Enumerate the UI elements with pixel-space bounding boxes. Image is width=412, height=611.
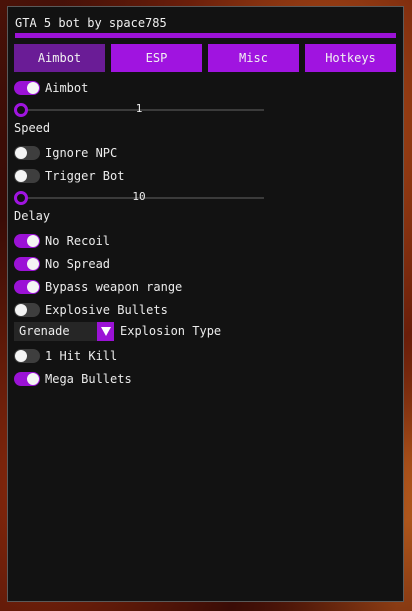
toggle-knob xyxy=(27,258,39,270)
delay-label: Delay xyxy=(14,209,51,223)
aimbot-row: Aimbot xyxy=(14,80,88,96)
bot-window: GTA 5 bot by space785 Aimbot ESP Misc Ho… xyxy=(7,6,404,602)
speed-value: 1 xyxy=(135,102,143,115)
one-hit-kill-label: 1 Hit Kill xyxy=(45,349,118,363)
bypass-range-row: Bypass weapon range xyxy=(14,279,182,295)
mega-bullets-label: Mega Bullets xyxy=(45,372,132,386)
window-title: GTA 5 bot by space785 xyxy=(15,16,167,30)
toggle-knob xyxy=(15,147,27,159)
aimbot-label: Aimbot xyxy=(45,81,89,95)
explosive-bullets-row: Explosive Bullets xyxy=(14,302,168,318)
triangle-down-icon[interactable] xyxy=(97,322,114,341)
mega-bullets-toggle[interactable] xyxy=(14,372,40,386)
explosive-bullets-label: Explosive Bullets xyxy=(45,303,168,317)
no-recoil-toggle[interactable] xyxy=(14,234,40,248)
aimbot-toggle[interactable] xyxy=(14,81,40,95)
delay-value: 10 xyxy=(132,190,146,203)
no-recoil-row: No Recoil xyxy=(14,233,110,249)
toggle-knob xyxy=(15,304,27,316)
toggle-knob xyxy=(15,350,27,362)
explosion-type-value: Grenade xyxy=(19,324,70,338)
toggle-knob xyxy=(27,82,39,94)
explosion-type-label: Explosion Type xyxy=(120,324,222,338)
tab-hotkeys[interactable]: Hotkeys xyxy=(305,44,396,72)
one-hit-kill-toggle[interactable] xyxy=(14,349,40,363)
toggle-knob xyxy=(27,373,39,385)
trigger-bot-row: Trigger Bot xyxy=(14,168,124,184)
ignore-npc-toggle[interactable] xyxy=(14,146,40,160)
bypass-range-toggle[interactable] xyxy=(14,280,40,294)
trigger-bot-label: Trigger Bot xyxy=(45,169,125,183)
no-recoil-label: No Recoil xyxy=(45,234,111,248)
explosive-bullets-toggle[interactable] xyxy=(14,303,40,317)
speed-slider[interactable]: 1 xyxy=(14,102,264,117)
ignore-npc-row: Ignore NPC xyxy=(14,145,117,161)
title-accent-bar xyxy=(15,33,396,38)
no-spread-label: No Spread xyxy=(45,257,111,271)
no-spread-row: No Spread xyxy=(14,256,110,272)
one-hit-kill-row: 1 Hit Kill xyxy=(14,348,117,364)
mega-bullets-row: Mega Bullets xyxy=(14,371,132,387)
trigger-bot-toggle[interactable] xyxy=(14,169,40,183)
ignore-npc-label: Ignore NPC xyxy=(45,146,118,160)
toggle-knob xyxy=(27,235,39,247)
explosion-type-dropdown[interactable]: Grenade xyxy=(14,322,114,341)
tab-misc[interactable]: Misc xyxy=(208,44,299,72)
delay-slider[interactable]: 10 xyxy=(14,190,264,205)
bypass-range-label: Bypass weapon range xyxy=(45,280,183,294)
speed-label: Speed xyxy=(14,121,51,135)
toggle-knob xyxy=(15,170,27,182)
tab-esp[interactable]: ESP xyxy=(111,44,202,72)
tab-aimbot[interactable]: Aimbot xyxy=(14,44,105,72)
toggle-knob xyxy=(27,281,39,293)
no-spread-toggle[interactable] xyxy=(14,257,40,271)
